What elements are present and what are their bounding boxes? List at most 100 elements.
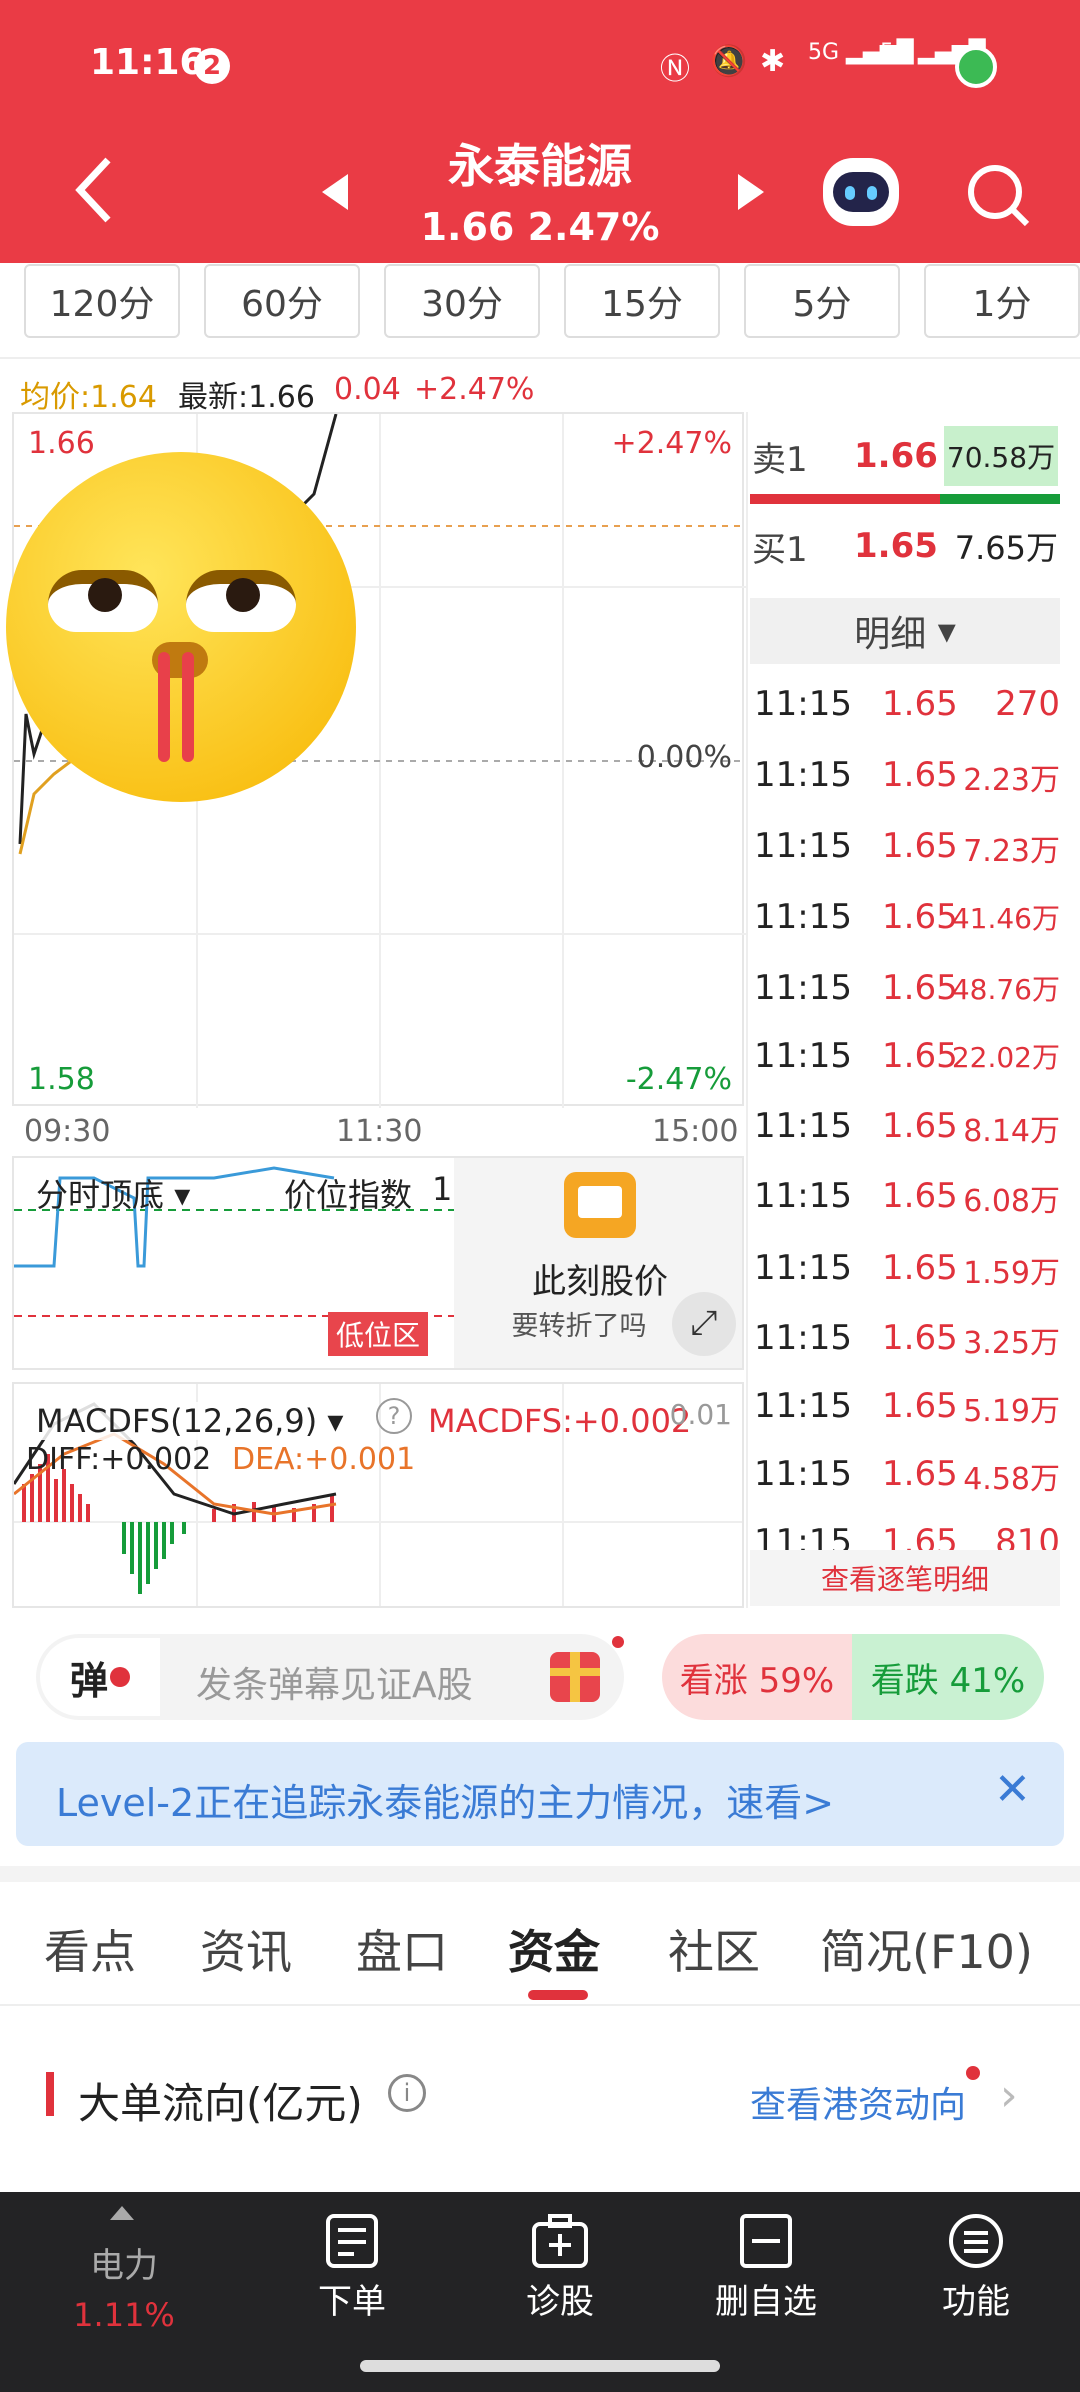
vote-rise-button[interactable]: 看涨 59% [662, 1634, 852, 1720]
nav-remove-label: 删自选 [715, 2282, 817, 2322]
macd-name[interactable]: MACDFS(12,26,9) ▾ [36, 1402, 344, 1440]
sector-name[interactable]: 电力 [34, 2238, 214, 2287]
vote-fall-button[interactable]: 看跌 41% [852, 1634, 1044, 1720]
tick-row: 11:15 1.65 41.46万 [754, 897, 1060, 937]
menu-circle-icon [949, 2214, 1003, 2268]
sell-1-row[interactable]: 卖1 1.66 70.58万 [752, 426, 1060, 486]
timeframe-30[interactable]: 30分 [384, 264, 540, 338]
tick-row: 11:15 1.65 22.02万 [754, 1036, 1060, 1076]
nav-diagnose-label: 诊股 [526, 2282, 594, 2322]
chart-screen-icon [564, 1172, 636, 1238]
tick-row: 11:15 1.65 270 [754, 684, 1060, 724]
active-tab-indicator [528, 1990, 588, 2000]
tick-row: 11:15 1.65 7.23万 [754, 826, 1060, 869]
section-gap [0, 1866, 1080, 1882]
home-indicator[interactable] [360, 2360, 720, 2372]
indicator-title: 价位指数 [284, 1176, 413, 1214]
search-button[interactable] [963, 160, 1033, 234]
nav-functions-label: 功能 [942, 2282, 1010, 2322]
promo-card[interactable]: 此刻股价 要转折了吗 ⤢ [454, 1158, 742, 1368]
timeframe-1[interactable]: 1分 [924, 264, 1080, 338]
chart-high-pct: +2.47% [611, 426, 732, 461]
tab-community[interactable]: 社区 [668, 1916, 760, 1982]
tab-kandian[interactable]: 看点 [44, 1916, 136, 1982]
info-icon[interactable]: i [388, 2074, 426, 2112]
timeframe-5[interactable]: 5分 [744, 264, 900, 338]
promo-subtitle: 要转折了吗 [511, 1311, 647, 1342]
face-emoji-sticker[interactable] [6, 452, 356, 802]
tab-order-book[interactable]: 盘口 [356, 1916, 448, 1982]
battery-icon [955, 46, 997, 88]
chart-low-price: 1.58 [28, 1062, 95, 1097]
macd-axis: 0.01 [669, 1398, 732, 1431]
dea-value: DEA:+0.001 [232, 1442, 416, 1477]
buy-1-row[interactable]: 买1 1.65 7.65万 [752, 516, 1060, 576]
nav-remove-watchlist[interactable]: 删自选 [676, 2212, 856, 2323]
tab-news[interactable]: 资讯 [200, 1916, 292, 1982]
tab-f10[interactable]: 简况(F10) [820, 1916, 1033, 1982]
tab-funds[interactable]: 资金 [508, 1916, 600, 1982]
next-stock-button[interactable] [734, 172, 768, 216]
nav-order-label: 下单 [318, 2282, 386, 2322]
low-zone-badge: 低位区 [328, 1312, 429, 1356]
buy-1-volume: 7.65万 [954, 529, 1058, 567]
order-document-icon [326, 2214, 378, 2268]
indicator-panel[interactable]: 分时顶底 ▾ 价位指数 100.00 低位区 此刻股价 要转折了吗 ⤢ [12, 1156, 744, 1370]
chevron-right-icon[interactable]: › [1000, 2070, 1018, 2121]
status-time: 11:16 [90, 42, 205, 83]
time-end: 15:00 [652, 1114, 739, 1149]
tick-row: 11:15 1.65 8.14万 [754, 1106, 1060, 1149]
hk-funds-link[interactable]: 查看港资动向 [750, 2076, 966, 2128]
order-ratio-bar-green [940, 494, 1060, 504]
search-icon [968, 165, 1030, 227]
triangle-up-icon [110, 2206, 134, 2220]
level2-banner[interactable]: Level-2正在追踪永泰能源的主力情况，速看> ✕ [16, 1742, 1064, 1846]
price-change-pct: +2.47% [414, 372, 535, 407]
notification-dot [612, 1636, 624, 1648]
chart-high-price: 1.66 [28, 426, 95, 461]
diff-value: DIFF:+0.002 [26, 1442, 212, 1477]
danmu-input[interactable]: 弹 发条弹幕见证A股 [36, 1634, 624, 1720]
tabs-divider [0, 2004, 1080, 2006]
sell-1-label: 卖1 [752, 439, 808, 480]
timeframe-15[interactable]: 15分 [564, 264, 720, 338]
tick-row: 11:15 1.65 5.19万 [754, 1386, 1060, 1429]
nav-functions[interactable]: 功能 [886, 2212, 1066, 2323]
gift-icon[interactable] [550, 1652, 600, 1702]
macdfs-value: MACDFS:+0.002 [428, 1402, 692, 1440]
diagnose-kit-icon [532, 2214, 588, 2268]
sell-1-volume: 70.58万 [944, 426, 1058, 486]
danmu-placeholder: 发条弹幕见证A股 [196, 1665, 473, 1706]
help-icon[interactable]: ? [376, 1398, 412, 1434]
buy-1-label: 买1 [752, 529, 808, 570]
avg-price: 均价:1.64 [20, 380, 157, 415]
tick-row: 11:15 1.65 810 [754, 1522, 1060, 1550]
order-ratio-bar-red [750, 494, 940, 504]
indicator-name[interactable]: 分时顶底 ▾ [36, 1170, 190, 1216]
timeframe-120[interactable]: 120分 [24, 264, 180, 338]
tick-row: 11:15 1.65 2.23万 [754, 755, 1060, 798]
timeframe-60[interactable]: 60分 [204, 264, 360, 338]
tick-row: 11:15 1.65 1.59万 [754, 1248, 1060, 1291]
chart-mid-pct: 0.00% [636, 740, 732, 775]
expand-icon[interactable]: ⤢ [672, 1292, 736, 1356]
section-title: 大单流向(亿元) [78, 2079, 363, 2128]
nav-diagnose[interactable]: 诊股 [470, 2212, 650, 2323]
detail-tab[interactable]: 明细 ▾ [750, 598, 1060, 664]
banner-text: Level-2正在追踪永泰能源的主力情况，速看> [56, 1781, 835, 1825]
tick-row: 11:15 1.65 48.76万 [754, 968, 1060, 1008]
close-icon[interactable]: ✕ [994, 1764, 1031, 1815]
link-notification-dot [966, 2066, 980, 2080]
chart-low-pct: -2.47% [625, 1062, 732, 1097]
nav-order[interactable]: 下单 [262, 2212, 442, 2323]
bottom-nav: 电力 1.11% 下单 诊股 删自选 功能 [0, 2192, 1080, 2392]
tick-detail-link[interactable]: 查看逐笔明细 [750, 1550, 1060, 1606]
robot-assistant-icon[interactable] [823, 158, 899, 226]
time-start: 09:30 [24, 1114, 111, 1149]
sector-pct: 1.11% [73, 2296, 175, 2334]
section-marker [46, 2072, 54, 2116]
danmu-badge: 弹 [40, 1638, 160, 1716]
triangle-right-icon [738, 174, 764, 210]
macd-panel[interactable]: MACDFS(12,26,9) ▾ ? MACDFS:+0.002 0.01 D… [12, 1382, 744, 1608]
latest-price: 最新:1.66 [178, 380, 315, 415]
